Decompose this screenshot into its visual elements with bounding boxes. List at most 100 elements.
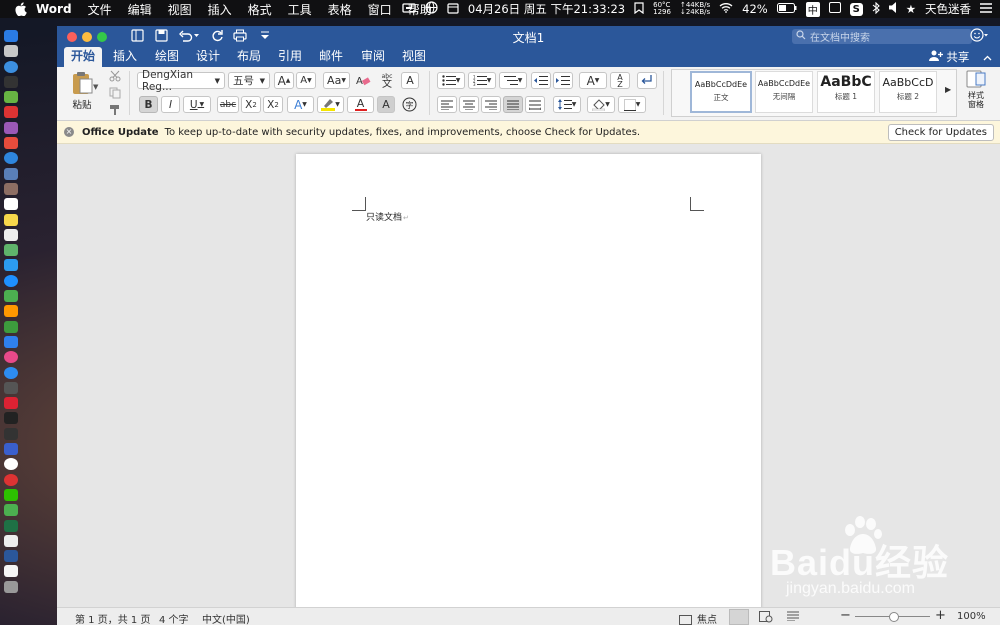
tab-home[interactable]: 开始	[64, 47, 102, 67]
font-name-dropdown[interactable]: DengXian Reg... ▼	[137, 69, 225, 93]
app-icon-green[interactable]	[4, 504, 18, 517]
app-icon-white[interactable]	[4, 228, 18, 241]
notification-icon[interactable]	[402, 2, 416, 17]
text-effects-button[interactable]: A ▼	[287, 96, 314, 113]
menu-view[interactable]: 视图	[168, 1, 192, 18]
shrink-font-button[interactable]: A ▼	[296, 72, 316, 89]
app-store-icon[interactable]	[4, 366, 18, 379]
bluetooth-icon[interactable]	[872, 1, 880, 17]
app-icon-dark[interactable]	[4, 412, 18, 425]
styles-more-icon[interactable]: ▶	[945, 85, 951, 94]
italic-button[interactable]: I	[161, 96, 180, 113]
chevron-up-icon[interactable]	[983, 50, 992, 64]
app-icon-blue[interactable]	[4, 152, 18, 165]
app-icon-yandex[interactable]	[4, 458, 18, 471]
file-icon[interactable]	[4, 565, 18, 578]
battery-icon[interactable]	[776, 2, 797, 16]
underline-button[interactable]: U ▼	[183, 96, 211, 113]
bullets-button[interactable]: ▼	[437, 72, 465, 89]
menubar-datetime[interactable]: 04月26日 周五 下午21:33:23	[468, 1, 625, 17]
smiley-feedback-icon[interactable]	[970, 28, 988, 45]
paste-button[interactable]: 粘贴	[65, 70, 99, 116]
share-button[interactable]: 共享	[928, 49, 992, 65]
app-icon-brown[interactable]	[4, 182, 18, 195]
page-count[interactable]: 第 1 页，共 1 页	[75, 611, 150, 625]
app-icon-red2[interactable]	[4, 137, 18, 150]
app-icon-excel[interactable]	[4, 519, 18, 532]
display-icon[interactable]	[828, 2, 841, 16]
input-method-indicator[interactable]: 中	[805, 1, 820, 17]
zoom-in-button[interactable]: +	[935, 608, 946, 623]
font-color-button[interactable]: A	[347, 96, 374, 113]
phonetic-guide-button[interactable]: abc 文	[377, 72, 397, 90]
star-icon[interactable]: ★	[906, 2, 916, 16]
menubar-username[interactable]: 天色迷香	[925, 1, 971, 17]
copy-icon[interactable]	[109, 87, 121, 102]
tab-references[interactable]: 引用	[274, 47, 306, 67]
print-layout-view-button[interactable]	[729, 609, 749, 625]
tab-review[interactable]: 审阅	[357, 47, 389, 67]
word-count[interactable]: 4 个字	[159, 611, 189, 625]
app-icon-qq[interactable]	[4, 274, 18, 287]
app-icon-game[interactable]	[4, 534, 18, 547]
app-icon-red[interactable]	[4, 106, 18, 119]
asian-layout-button[interactable]: A ▼	[579, 72, 607, 89]
app-icon-dark2[interactable]	[4, 427, 18, 440]
battery-percent[interactable]: 42%	[742, 2, 768, 16]
apple-icon[interactable]	[14, 2, 28, 16]
align-left-button[interactable]	[437, 96, 457, 113]
zoom-out-button[interactable]: −	[840, 608, 851, 623]
menu-insert[interactable]: 插入	[208, 1, 232, 18]
focus-mode-button[interactable]: 焦点	[679, 611, 717, 625]
clear-formatting-button[interactable]: A	[353, 72, 373, 89]
character-border-button[interactable]: A	[401, 72, 419, 89]
align-right-button[interactable]	[481, 96, 501, 113]
style-heading-1[interactable]: AaBbC 标题 1	[817, 71, 875, 113]
app-icon-camera[interactable]	[4, 381, 18, 394]
style-heading-2[interactable]: AaBbCcD 标题 2	[879, 71, 937, 113]
network-stats[interactable]: ↑44KB/s ↓24KB/s	[680, 2, 710, 16]
menu-tools[interactable]: 工具	[288, 1, 312, 18]
menu-table[interactable]: 表格	[328, 1, 352, 18]
safari-icon[interactable]	[4, 60, 18, 73]
app-icon-android[interactable]	[4, 91, 18, 104]
borders-button[interactable]: ▼	[618, 96, 646, 113]
sort-button[interactable]: AZ	[610, 72, 630, 89]
menu-list-icon[interactable]	[980, 2, 992, 16]
check-for-updates-button[interactable]: Check for Updates	[887, 124, 994, 141]
paste-options-icon[interactable]: ▼	[93, 83, 98, 91]
enclose-characters-button[interactable]: 字	[399, 96, 419, 113]
increase-indent-button[interactable]	[553, 72, 573, 89]
calendar-icon[interactable]	[447, 2, 459, 17]
app-icon-itunes[interactable]	[4, 259, 18, 272]
distributed-button[interactable]	[525, 96, 545, 113]
word-dock-icon[interactable]	[4, 550, 18, 563]
tab-insert[interactable]: 插入	[109, 47, 141, 67]
menu-file[interactable]: 文件	[88, 1, 112, 18]
dismiss-icon[interactable]: ×	[64, 127, 74, 137]
format-painter-icon[interactable]	[109, 104, 121, 119]
document-text[interactable]: 只读文档↵	[366, 210, 409, 223]
strikethrough-button[interactable]: abc	[217, 96, 239, 113]
zoom-level[interactable]: 100%	[957, 611, 986, 622]
bookmark-icon[interactable]	[634, 1, 644, 17]
wifi-icon[interactable]	[719, 2, 733, 16]
show-paragraph-marks-button[interactable]	[637, 72, 657, 89]
tab-mailings[interactable]: 邮件	[315, 47, 347, 67]
numbering-button[interactable]: 1 2 3 ▼	[468, 72, 496, 89]
bold-button[interactable]: B	[139, 96, 158, 113]
menu-edit[interactable]: 编辑	[128, 1, 152, 18]
document-search-input[interactable]: 在文档中搜索	[792, 29, 972, 44]
app-icon-books[interactable]	[4, 305, 18, 318]
tab-layout[interactable]: 布局	[233, 47, 265, 67]
style-no-spacing[interactable]: AaBbCcDdEe 无间隔	[755, 71, 813, 113]
zoom-slider-handle[interactable]	[889, 612, 899, 622]
tab-draw[interactable]: 绘图	[151, 47, 183, 67]
app-icon-music[interactable]	[4, 351, 18, 364]
terminal-icon[interactable]	[4, 75, 18, 88]
globe-icon[interactable]	[425, 1, 438, 17]
document-page[interactable]: 只读文档↵	[296, 154, 761, 614]
menu-format[interactable]: 格式	[248, 1, 272, 18]
change-case-button[interactable]: Aa ▼	[323, 72, 350, 89]
app-icon-vivaldi[interactable]	[4, 397, 18, 410]
